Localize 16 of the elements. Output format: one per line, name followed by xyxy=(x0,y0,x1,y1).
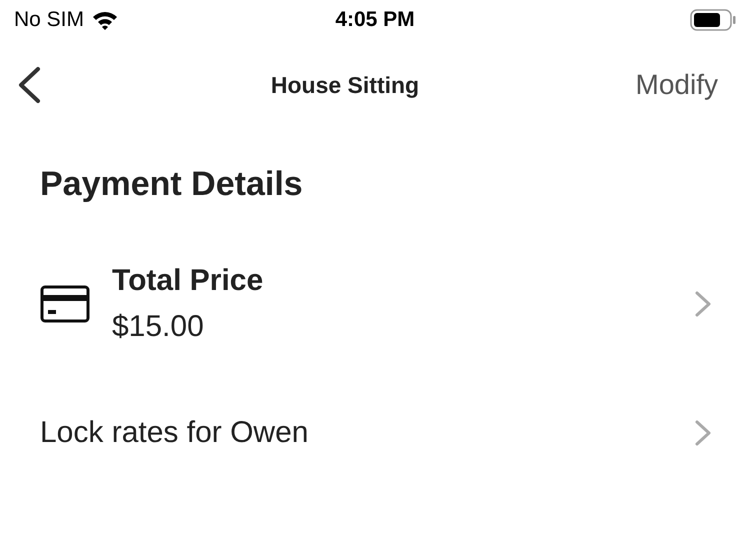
price-value: $15.00 xyxy=(112,309,205,345)
row-title: Lock rates for Owen xyxy=(40,415,310,451)
price-row[interactable]: Total Price $15.00 xyxy=(0,242,750,366)
modify-button[interactable]: Modify xyxy=(574,64,734,106)
carrier-label: No SIM xyxy=(14,7,84,34)
list-row[interactable]: Lock rates for Owen xyxy=(0,366,750,500)
row-title: Total Price xyxy=(112,263,264,299)
section-heading: Payment Details xyxy=(40,164,304,205)
credit-card-icon xyxy=(40,285,90,323)
wifi-icon xyxy=(92,10,118,30)
chevron-right-icon xyxy=(694,290,712,318)
screen-title: House Sitting xyxy=(270,70,420,100)
chevron-right-icon xyxy=(694,419,712,447)
clock-time: 4:05 PM xyxy=(335,7,415,34)
battery-icon xyxy=(690,9,736,31)
chevron-left-icon xyxy=(16,66,42,104)
